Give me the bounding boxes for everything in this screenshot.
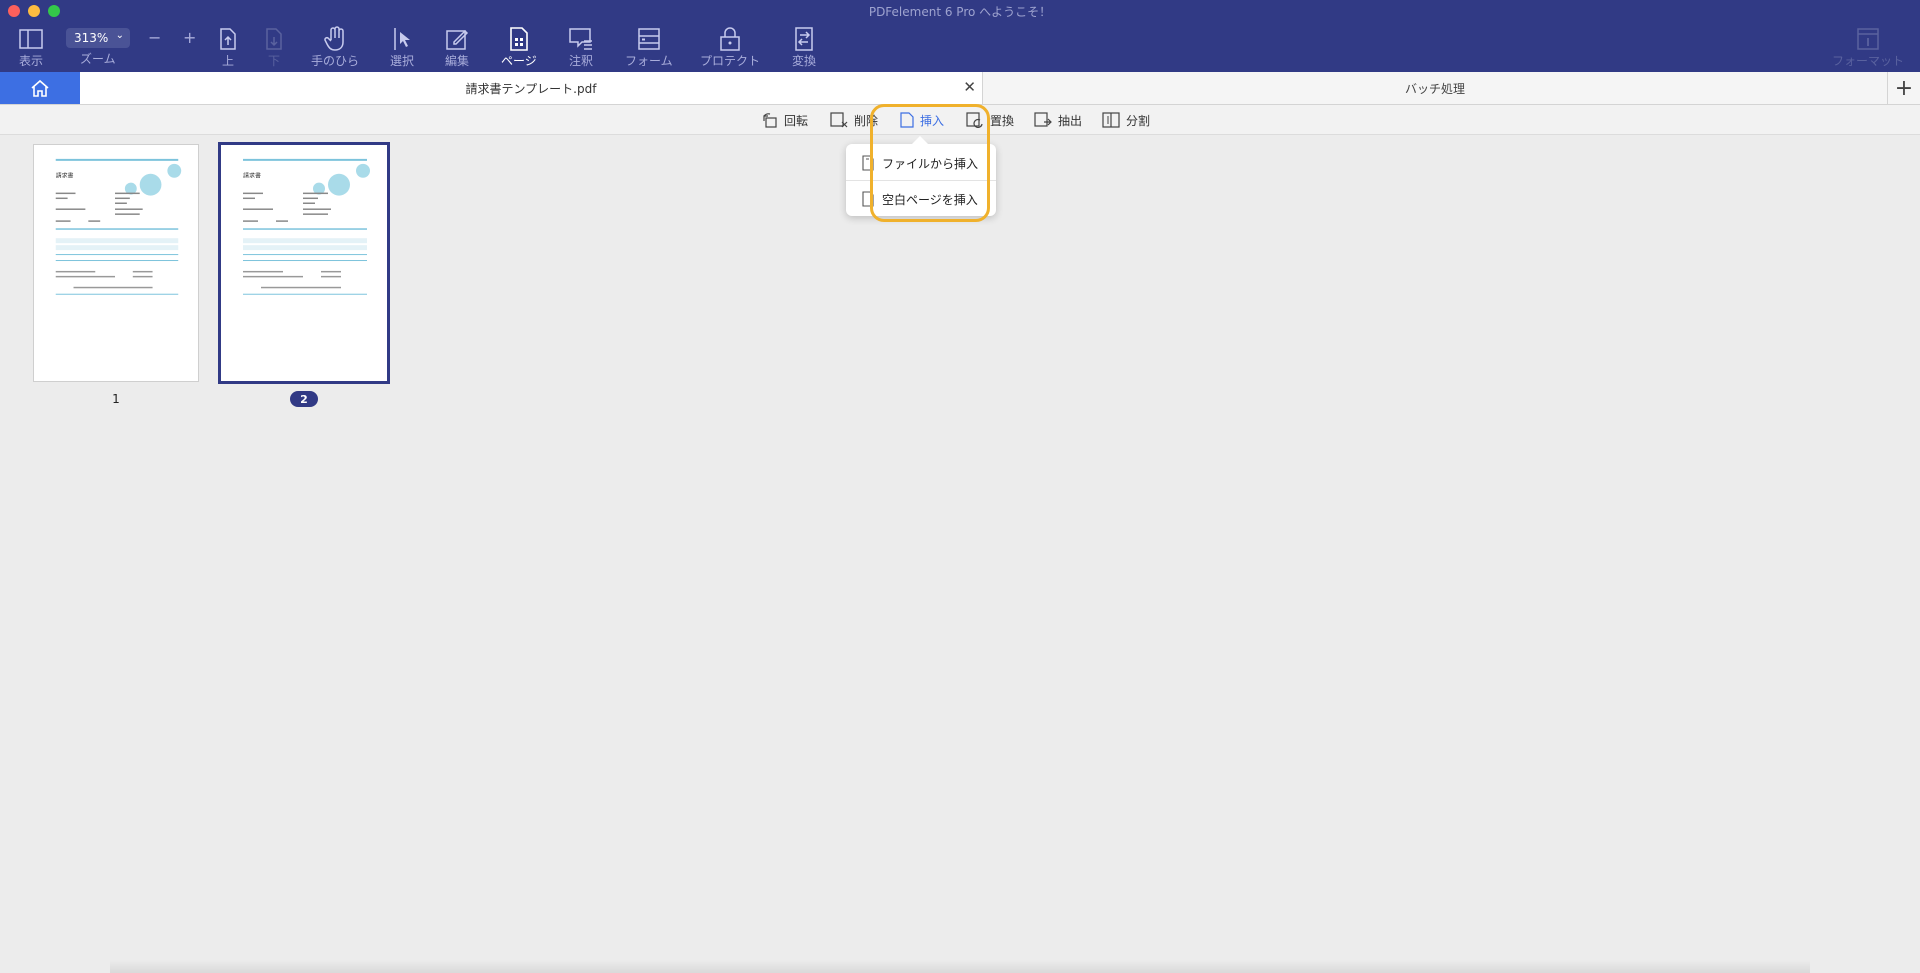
- zoom-label-wrap: ズーム: [80, 50, 116, 70]
- rotate-label: 回転: [784, 113, 809, 128]
- split-page-icon: [1102, 112, 1120, 128]
- comment-label: 注釈: [568, 54, 593, 68]
- extract-button[interactable]: 抽出: [1034, 110, 1082, 130]
- edit-icon: [443, 26, 471, 52]
- hand-icon: [321, 26, 349, 52]
- page-button[interactable]: ページ: [501, 26, 537, 70]
- app-toolbar: PDFelement 6 Pro へようこそ！ 表示 313% ⌄ ズーム − …: [0, 0, 1920, 72]
- lock-icon: [716, 26, 744, 52]
- extract-label: 抽出: [1058, 113, 1083, 128]
- hand-tool-button[interactable]: 手のひら: [311, 26, 359, 70]
- page-icon: [505, 26, 533, 52]
- home-icon: [31, 79, 49, 97]
- protect-label: プロテクト: [700, 54, 761, 68]
- close-icon[interactable]: ✕: [963, 78, 976, 96]
- page-number-1: 1: [112, 392, 120, 406]
- page-label: ページ: [501, 54, 537, 68]
- view-label: 表示: [18, 54, 43, 68]
- convert-button[interactable]: 変換: [790, 26, 818, 70]
- comment-icon: [567, 26, 595, 52]
- sidebar-icon: [17, 26, 45, 52]
- zoom-in-button[interactable]: +: [183, 28, 196, 47]
- edit-label: 編集: [444, 54, 469, 68]
- split-label: 分割: [1126, 113, 1151, 128]
- tab-document[interactable]: 請求書テンプレート.pdf ✕: [80, 72, 983, 104]
- rotate-button[interactable]: 回転: [762, 110, 808, 130]
- select-tool-button[interactable]: 選択: [388, 26, 416, 70]
- page-number-2: 2: [290, 391, 318, 407]
- comment-button[interactable]: 注釈: [567, 26, 595, 70]
- rotate-icon: [763, 113, 777, 128]
- info-panel-icon: [1854, 26, 1882, 52]
- format-button[interactable]: フォーマット: [1832, 26, 1904, 70]
- window-title: PDFelement 6 Pro へようこそ！: [868, 5, 1052, 19]
- page-up-button[interactable]: 上: [214, 26, 242, 70]
- invoice-heading: 請求書: [56, 172, 74, 180]
- new-tab-button[interactable]: +: [1888, 72, 1920, 104]
- zoom-value: 313%: [74, 31, 109, 45]
- view-button[interactable]: 表示: [17, 26, 45, 70]
- format-label: フォーマット: [1832, 54, 1905, 68]
- select-tool-label: 選択: [389, 54, 414, 68]
- form-icon: [635, 26, 663, 52]
- page-thumbnail-1[interactable]: 請求書: [33, 144, 199, 382]
- hand-tool-label: 手のひら: [311, 54, 360, 68]
- highlight-annotation: [870, 104, 990, 222]
- zoom-label: ズーム: [80, 52, 116, 66]
- invoice-preview: 請求書: [55, 158, 182, 295]
- page-down-button[interactable]: 下: [260, 26, 288, 70]
- home-tab[interactable]: [0, 72, 80, 104]
- page-down-icon: [260, 26, 288, 52]
- page-thumbnail-2[interactable]: 請求書: [218, 142, 390, 384]
- tab-batch[interactable]: バッチ処理: [983, 72, 1888, 104]
- extract-page-icon: [1034, 112, 1052, 127]
- zoom-out-button[interactable]: −: [148, 28, 161, 47]
- convert-label: 変換: [791, 54, 816, 68]
- delete-page-icon: [830, 112, 848, 128]
- page-down-label: 下: [267, 54, 280, 68]
- bottom-scroll-shadow: [110, 960, 1810, 973]
- protect-button[interactable]: プロテクト: [700, 26, 760, 70]
- page-up-icon: [214, 26, 242, 52]
- invoice-preview: 請求書: [243, 158, 370, 295]
- split-button[interactable]: 分割: [1102, 110, 1150, 130]
- edit-button[interactable]: 編集: [443, 26, 471, 70]
- chevron-down-icon: ⌄: [115, 30, 124, 41]
- page-up-label: 上: [221, 54, 234, 68]
- form-label: フォーム: [625, 54, 673, 68]
- zoom-select[interactable]: 313% ⌄: [66, 28, 130, 48]
- form-button[interactable]: フォーム: [625, 26, 673, 70]
- document-tab-title: 請求書テンプレート.pdf: [465, 81, 597, 96]
- convert-icon: [790, 26, 818, 52]
- batch-tab-title: バッチ処理: [1404, 81, 1465, 96]
- invoice-heading: 請求書: [243, 172, 261, 180]
- tab-bar: 請求書テンプレート.pdf ✕ バッチ処理 +: [0, 72, 1920, 105]
- replace-label: 置換: [990, 113, 1015, 128]
- cursor-icon: [388, 26, 416, 52]
